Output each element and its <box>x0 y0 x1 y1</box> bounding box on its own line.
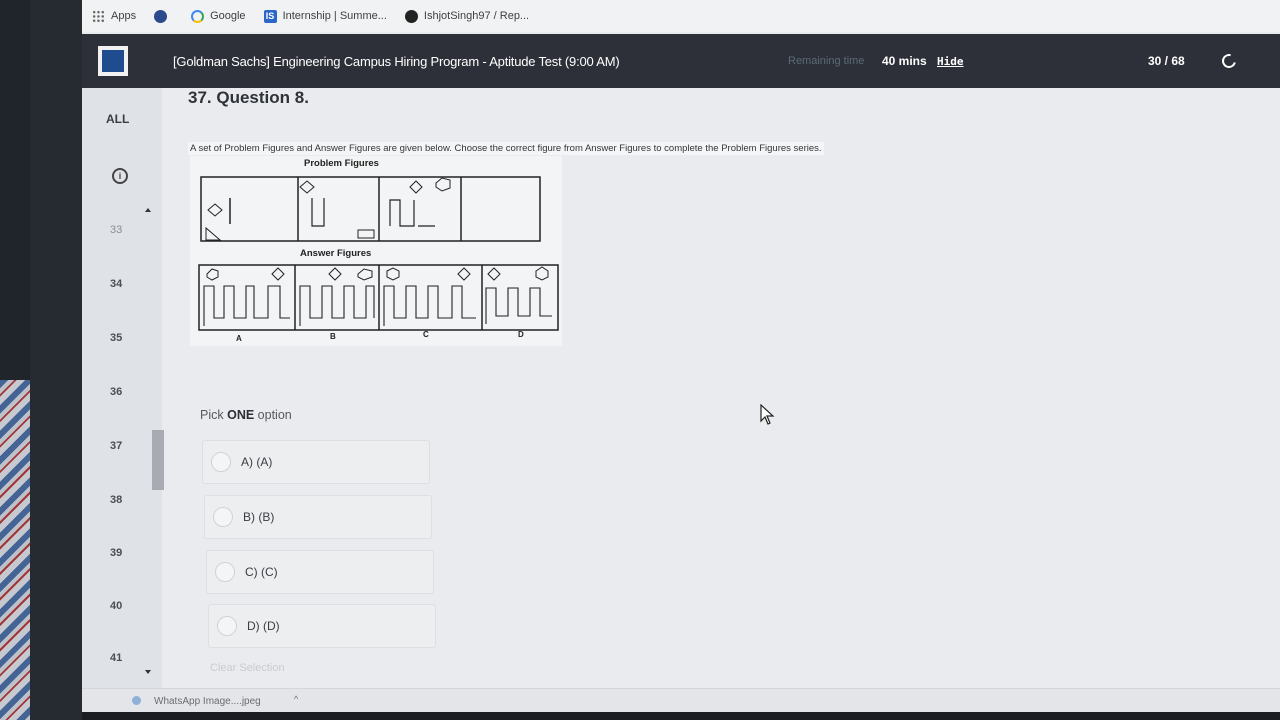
test-header: [Goldman Sachs] Engineering Campus Hirin… <box>82 34 1280 88</box>
github-icon <box>404 9 418 23</box>
company-logo <box>98 46 128 76</box>
option-label: B) (B) <box>243 510 275 524</box>
nav-all-tab[interactable]: ALL <box>106 112 129 126</box>
option-label: C) (C) <box>245 565 278 579</box>
bookmark-github[interactable]: IshjotSingh97 / Rep... <box>404 9 530 23</box>
option-radio[interactable] <box>213 507 233 527</box>
bookmarks-bar: Apps Google IS Internship | Summe... Ish… <box>82 0 1280 32</box>
mouse-cursor-icon <box>760 404 775 425</box>
answer-letter-c: C <box>423 330 429 339</box>
nav-question-35[interactable]: 35 <box>110 332 122 344</box>
pick-bold: ONE <box>227 408 255 422</box>
question-text: A set of Problem Figures and Answer Figu… <box>188 142 824 155</box>
bookmark-label: Internship | Summe... <box>282 10 387 22</box>
bookmark-google[interactable]: Google <box>191 9 246 23</box>
bookmark-internship[interactable]: IS Internship | Summe... <box>263 9 387 23</box>
clear-selection-button[interactable]: Clear Selection <box>210 662 285 674</box>
photo-bezel-inner <box>30 0 82 720</box>
question-title: 37. Question 8. <box>188 88 309 107</box>
bookmark-label: Apps <box>111 10 137 22</box>
bookmark-label: IshjotSingh97 / Rep... <box>423 10 530 22</box>
moon-icon[interactable] <box>1219 51 1239 71</box>
option-label: A) (A) <box>241 455 273 469</box>
test-title: [Goldman Sachs] Engineering Campus Hirin… <box>173 53 620 69</box>
option-label: D) (D) <box>247 619 280 633</box>
pick-prefix: Pick <box>200 408 228 422</box>
apps-icon <box>92 9 105 23</box>
photo-background-pattern <box>0 380 30 720</box>
bookmark-apps[interactable]: Apps <box>92 9 137 23</box>
nav-question-39[interactable]: 39 <box>110 547 122 559</box>
remaining-time-value: 40 mins <box>882 54 927 68</box>
bookmark-globe[interactable] <box>154 9 173 23</box>
bookmark-label: Google <box>210 10 246 22</box>
option-a[interactable]: A) (A) <box>202 440 430 484</box>
pick-instruction: Pick ONE option <box>200 408 292 422</box>
google-icon <box>191 9 205 23</box>
download-file-name[interactable]: WhatsApp Image....jpeg <box>154 696 261 707</box>
answer-figures-label: Answer Figures <box>300 248 372 259</box>
option-b[interactable]: B) (B) <box>204 495 432 539</box>
question-progress: 30 / 68 <box>1148 54 1185 68</box>
nav-scrollbar-thumb[interactable] <box>152 430 164 490</box>
answer-letter-a: A <box>236 334 242 343</box>
question-nav: ALL i 33 34 35 36 37 38 39 40 41 <box>82 88 164 712</box>
nav-question-40[interactable]: 40 <box>110 600 122 612</box>
nav-question-36[interactable]: 36 <box>110 386 122 398</box>
pick-suffix: option <box>254 408 292 422</box>
browser-screen: Apps Google IS Internship | Summe... Ish… <box>82 0 1280 712</box>
chevron-up-icon[interactable]: ^ <box>294 694 298 704</box>
hide-timer-button[interactable]: Hide <box>937 55 964 68</box>
nav-question-38[interactable]: 38 <box>110 494 122 506</box>
internshala-icon: IS <box>263 9 277 23</box>
problem-figures-image <box>198 176 559 331</box>
nav-question-37[interactable]: 37 <box>110 440 122 452</box>
globe-icon <box>154 9 168 23</box>
answer-letter-b: B <box>330 332 336 341</box>
question-figure: Problem Figures Answer Figures A B C D <box>190 156 562 346</box>
answer-letter-d: D <box>518 330 524 339</box>
scroll-up-icon[interactable] <box>145 208 151 212</box>
nav-question-34[interactable]: 34 <box>110 278 122 290</box>
option-radio[interactable] <box>217 616 237 636</box>
remaining-time-label: Remaining time <box>788 55 865 67</box>
option-radio[interactable] <box>211 452 231 472</box>
info-icon[interactable]: i <box>112 168 128 184</box>
nav-question-33[interactable]: 33 <box>110 224 122 236</box>
option-c[interactable]: C) (C) <box>206 550 434 594</box>
downloads-bar: WhatsApp Image....jpeg ^ <box>82 688 1280 712</box>
option-radio[interactable] <box>215 562 235 582</box>
option-d[interactable]: D) (D) <box>208 604 436 648</box>
nav-question-41[interactable]: 41 <box>110 652 122 664</box>
image-file-icon <box>132 696 141 705</box>
scroll-down-icon[interactable] <box>145 670 151 674</box>
